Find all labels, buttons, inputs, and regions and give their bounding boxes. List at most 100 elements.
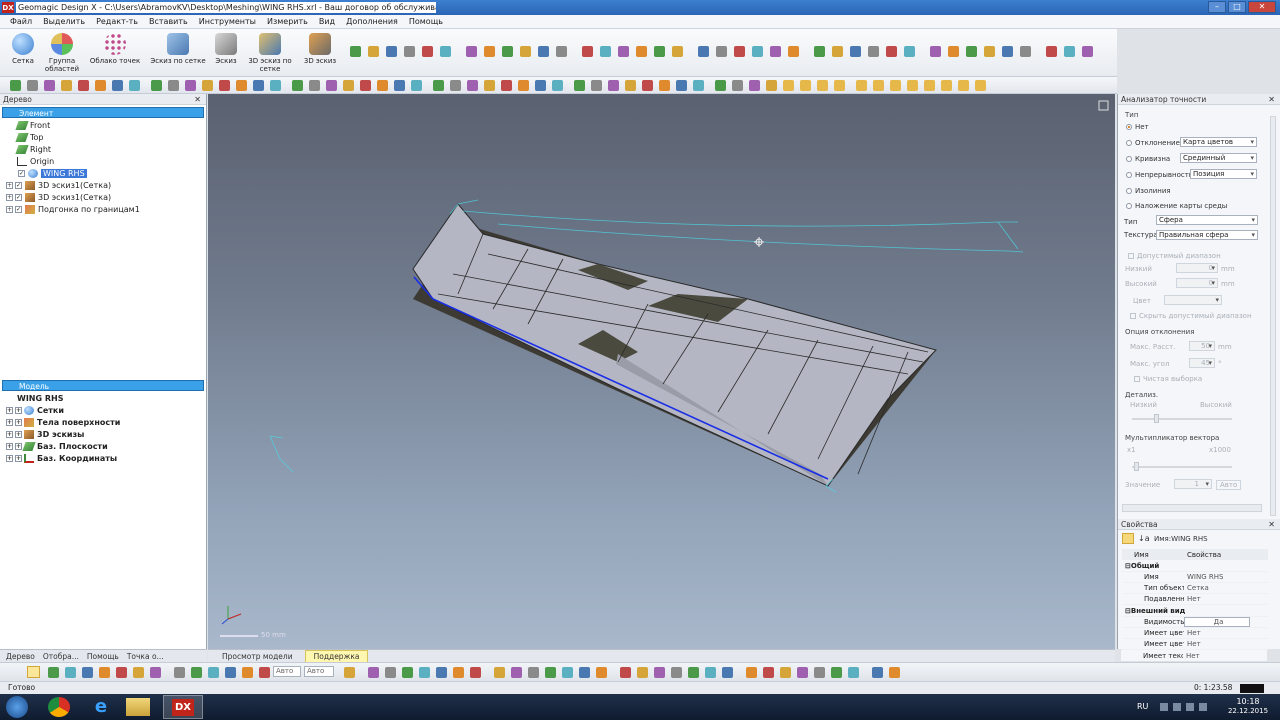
toolbar-icon[interactable]	[78, 80, 89, 91]
toolbar-icon[interactable]	[783, 80, 794, 91]
bottom-toolbar-icon[interactable]	[116, 667, 127, 678]
chrome-icon[interactable]	[48, 697, 70, 717]
mesh-sketch-button[interactable]: Эскиз по сетке	[150, 33, 206, 65]
bottom-toolbar-icon[interactable]	[402, 667, 413, 678]
clock-time[interactable]: 10:18	[1226, 697, 1270, 706]
bottom-toolbar-icon[interactable]	[579, 667, 590, 678]
tool-icon[interactable]	[1082, 46, 1093, 57]
toolbar-icon[interactable]	[270, 80, 281, 91]
toolbar-icon[interactable]	[958, 80, 969, 91]
tree-item-right[interactable]: Right	[15, 143, 51, 155]
toolbar-icon[interactable]	[642, 80, 653, 91]
toolbar-icon[interactable]	[253, 80, 264, 91]
toolbar-icon[interactable]	[766, 80, 777, 91]
toolbar-icon[interactable]	[873, 80, 884, 91]
bottom-toolbar-icon[interactable]	[368, 667, 379, 678]
radio-icon[interactable]	[1126, 124, 1132, 130]
bottom-toolbar-icon[interactable]	[746, 667, 757, 678]
texture-select[interactable]: Правильная сфера	[1156, 230, 1258, 240]
toolbar-icon[interactable]	[907, 80, 918, 91]
bottom-toolbar-icon[interactable]	[99, 667, 110, 678]
tab-point[interactable]: Точка о...	[124, 652, 167, 661]
toolbar-icon[interactable]	[309, 80, 320, 91]
model-root[interactable]: WING RHS	[17, 392, 63, 404]
low-input[interactable]: 0	[1176, 263, 1218, 273]
expand-icon[interactable]: +	[6, 181, 13, 189]
expand-icon[interactable]: +	[15, 406, 22, 414]
3d-sketch-button[interactable]: 3D эскиз	[298, 33, 342, 65]
toolbar-icon[interactable]	[450, 80, 461, 91]
toolbar-icon[interactable]	[693, 80, 704, 91]
bottom-toolbar-icon[interactable]	[259, 667, 270, 678]
tree-item-front[interactable]: Front	[15, 119, 50, 131]
tool-icon[interactable]	[386, 46, 397, 57]
toolbar-icon[interactable]	[433, 80, 444, 91]
option-env-map[interactable]: Наложение карты среды	[1126, 202, 1227, 210]
bottom-toolbar-icon[interactable]	[48, 667, 59, 678]
toolbar-icon[interactable]	[394, 80, 405, 91]
clean-selection-checkbox[interactable]: Чистая выборка	[1134, 375, 1202, 383]
expand-icon[interactable]: +	[6, 454, 13, 462]
sort-category-icon[interactable]	[1122, 533, 1134, 544]
prop-value[interactable]: Да	[1184, 617, 1250, 627]
radio-icon[interactable]	[1126, 140, 1132, 146]
tool-icon[interactable]	[466, 46, 477, 57]
menu-file[interactable]: Файл	[10, 17, 32, 26]
expand-icon[interactable]: +	[15, 430, 22, 438]
bottom-toolbar-icon[interactable]	[82, 667, 93, 678]
menu-view[interactable]: Вид	[319, 17, 335, 26]
tool-icon[interactable]	[868, 46, 879, 57]
model-item-surface-bodies[interactable]: + + Тела поверхности	[6, 416, 120, 428]
tool-icon[interactable]	[904, 46, 915, 57]
color-picker[interactable]	[1164, 295, 1222, 305]
prop-row[interactable]: Имеет тексту...Нет	[1121, 650, 1267, 661]
tab-help[interactable]: Помощь	[84, 652, 122, 661]
option-none[interactable]: Нет	[1126, 123, 1149, 131]
bottom-toolbar-icon[interactable]	[65, 667, 76, 678]
toolbar-icon[interactable]	[10, 80, 21, 91]
select-mode-icon[interactable]	[27, 666, 40, 678]
tool-icon[interactable]	[350, 46, 361, 57]
visibility-checkbox[interactable]: ✓	[15, 193, 22, 201]
radio-icon[interactable]	[1126, 188, 1132, 194]
mesh-button[interactable]: Сетка	[1, 33, 45, 65]
tool-icon[interactable]	[440, 46, 451, 57]
bottom-toolbar-icon[interactable]	[225, 667, 236, 678]
bottom-toolbar-icon[interactable]	[797, 667, 808, 678]
radio-icon[interactable]	[1126, 203, 1132, 209]
toolbar-icon[interactable]	[61, 80, 72, 91]
curvature-select[interactable]: Срединный	[1180, 153, 1257, 163]
bottom-toolbar-icon[interactable]	[453, 667, 464, 678]
start-button-icon[interactable]	[6, 696, 28, 718]
toolbar-icon[interactable]	[343, 80, 354, 91]
toolbar-icon[interactable]	[44, 80, 55, 91]
tool-icon[interactable]	[520, 46, 531, 57]
visibility-checkbox[interactable]: ✓	[15, 181, 22, 189]
toolbar-icon[interactable]	[236, 80, 247, 91]
sort-alpha-icon[interactable]: ↓a	[1138, 534, 1150, 543]
toolbar-icon[interactable]	[817, 80, 828, 91]
model-item-ref-planes[interactable]: + + Баз. Плоскости	[6, 440, 108, 452]
continuity-select[interactable]: Позиция	[1190, 169, 1257, 179]
toolbar-icon[interactable]	[202, 80, 213, 91]
tree-item-origin[interactable]: Origin	[17, 155, 54, 167]
minimize-button[interactable]: –	[1208, 1, 1226, 13]
model-item-ref-coords[interactable]: + + Баз. Координаты	[6, 452, 117, 464]
auto-button[interactable]: Авто	[1216, 480, 1242, 490]
tree-item-wing-rhs[interactable]: ✓ WING RHS	[18, 167, 87, 179]
bottom-toolbar-icon[interactable]	[705, 667, 716, 678]
model-item-meshes[interactable]: + + Сетки	[6, 404, 64, 416]
tab-tree[interactable]: Дерево	[3, 652, 38, 661]
tool-icon[interactable]	[716, 46, 727, 57]
close-button[interactable]: ✕	[1248, 1, 1276, 13]
toolbar-icon[interactable]	[501, 80, 512, 91]
toolbar-icon[interactable]	[924, 80, 935, 91]
option-curvature[interactable]: Кривизна	[1126, 155, 1170, 163]
bottom-toolbar-icon[interactable]	[637, 667, 648, 678]
3d-mesh-sketch-button[interactable]: 3D эскиз по сетке	[248, 33, 292, 73]
bottom-toolbar-icon[interactable]	[688, 667, 699, 678]
menu-measure[interactable]: Измерить	[267, 17, 308, 26]
expand-icon[interactable]: +	[6, 418, 13, 426]
tool-icon[interactable]	[788, 46, 799, 57]
tool-icon[interactable]	[930, 46, 941, 57]
